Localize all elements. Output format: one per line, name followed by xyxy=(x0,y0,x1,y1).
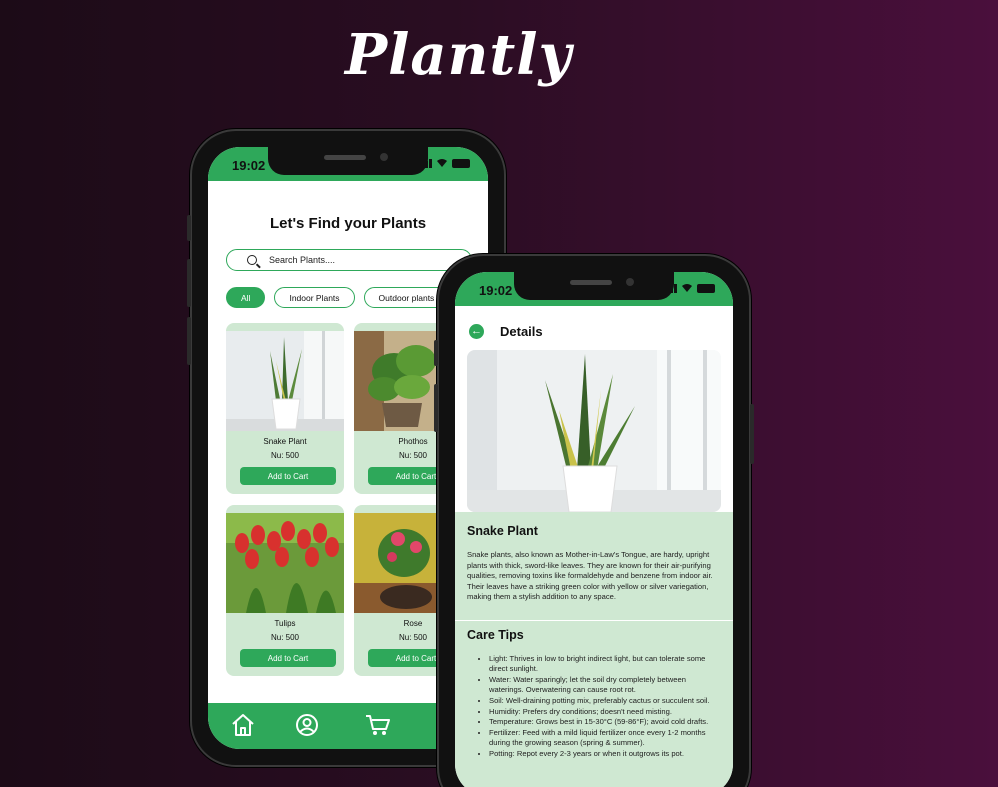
care-tip-item: Soil: Well-draining potting mix, prefera… xyxy=(489,696,719,706)
cart-icon[interactable] xyxy=(364,713,392,737)
plant-description: Snake plants, also known as Mother-in-La… xyxy=(467,550,713,601)
care-tip-item: Fertilizer: Feed with a mild liquid fert… xyxy=(489,728,719,748)
phone-notch xyxy=(514,272,674,300)
phone-side-button xyxy=(187,317,191,365)
product-name: Tulips xyxy=(274,619,296,628)
divider xyxy=(455,620,733,621)
phone-side-button xyxy=(434,340,438,366)
snake-plant-image xyxy=(226,331,344,431)
add-to-cart-button[interactable]: Add to Cart xyxy=(240,649,336,667)
status-time: 19:02 xyxy=(479,283,513,298)
product-price: Nu: 500 xyxy=(270,451,300,460)
home-icon[interactable] xyxy=(230,713,256,737)
wifi-icon xyxy=(682,284,692,292)
filter-chip-all[interactable]: All xyxy=(226,287,266,308)
search-input[interactable]: Search Plants.... xyxy=(226,249,472,271)
page-title: Let's Find your Plants xyxy=(269,215,427,232)
phone-side-button xyxy=(187,215,191,241)
product-price: Nu: 500 xyxy=(270,633,300,642)
plant-name: Snake Plant xyxy=(467,524,538,538)
phone-side-button xyxy=(187,259,191,307)
details-screen: 19:02 ← Details Snake Plant Snake plants… xyxy=(455,272,733,787)
product-name: Snake Plant xyxy=(263,437,307,446)
battery-icon xyxy=(697,284,715,293)
tulips-image xyxy=(226,513,344,613)
phone-notch xyxy=(268,147,428,175)
care-tips-list: Light: Thrives in low to bright indirect… xyxy=(479,654,719,760)
care-tip-item: Light: Thrives in low to bright indirect… xyxy=(489,654,719,674)
care-tip-item: Humidity: Prefers dry conditions; doesn'… xyxy=(489,707,719,717)
care-tips-title: Care Tips xyxy=(467,628,524,642)
search-placeholder: Search Plants.... xyxy=(269,255,336,265)
back-arrow-icon[interactable]: ← xyxy=(469,324,484,339)
page-title: Details xyxy=(500,324,543,339)
search-icon xyxy=(247,255,257,265)
profile-icon[interactable] xyxy=(294,713,320,737)
phone-side-button xyxy=(750,404,754,464)
phone-side-button xyxy=(434,384,438,432)
care-tip-item: Potting: Repot every 2-3 years or when i… xyxy=(489,749,719,759)
care-tip-item: Temperature: Grows best in 15-30°C (59-8… xyxy=(489,717,719,727)
care-tip-item: Water: Water sparingly; let the soil dry… xyxy=(489,675,719,695)
add-to-cart-button[interactable]: Add to Cart xyxy=(240,467,336,485)
product-card[interactable]: Tulips Nu: 500 Add to Cart xyxy=(226,505,344,676)
product-card[interactable]: Snake Plant Nu: 500 Add to Cart xyxy=(226,323,344,494)
filter-chips: All Indoor Plants Outdoor plants xyxy=(226,287,450,308)
snake-plant-hero-image xyxy=(467,350,721,512)
app-logo: Plantly xyxy=(345,22,573,88)
battery-icon xyxy=(452,159,470,168)
wifi-icon xyxy=(437,159,447,167)
details-phone-mockup: 19:02 ← Details Snake Plant Snake plants… xyxy=(434,254,754,787)
status-time: 19:02 xyxy=(232,158,266,173)
plant-info-panel: Snake Plant Snake plants, also known as … xyxy=(455,512,733,787)
filter-chip-indoor[interactable]: Indoor Plants xyxy=(274,287,355,308)
